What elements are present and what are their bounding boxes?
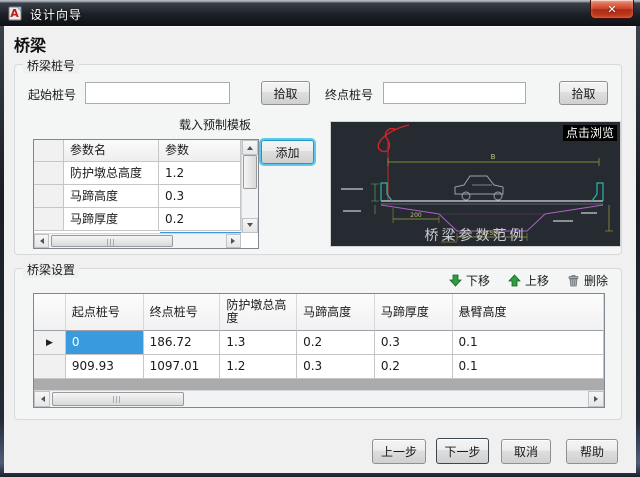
current-row-marker[interactable]: ▶ [34, 331, 66, 355]
page-title: 桥梁 [14, 32, 46, 56]
cell-start-station[interactable]: 909.93 [66, 355, 144, 379]
param-table-header-row: 参数名 参数 [34, 140, 258, 162]
next-step-button[interactable]: 下一步 [436, 438, 489, 464]
param-value-cell[interactable]: 0.2 [159, 208, 241, 231]
delete-label: 删除 [584, 272, 608, 289]
template-param-table: 参数名 参数 防护墩总高度 1.2 马蹄高度 0.3 马蹄厚度 0.2 [33, 139, 259, 249]
cell-guard-height[interactable]: 1.2 [220, 355, 297, 379]
cell-hoof-thickness[interactable]: 0.2 [375, 355, 453, 379]
svg-text:A: A [10, 7, 19, 20]
cell-end-station[interactable]: 1097.01 [144, 355, 221, 379]
start-station-label: 起始桩号 [28, 86, 76, 103]
delete-button[interactable]: 删除 [567, 272, 608, 289]
svg-text:200: 200 [410, 212, 422, 219]
row-header[interactable] [34, 162, 64, 185]
move-up-button[interactable]: 上移 [508, 272, 549, 289]
settings-group-title: 桥梁设置 [23, 261, 79, 278]
scroll-left-icon[interactable] [34, 234, 49, 248]
col-guard-height[interactable]: 防护墩总高度 [220, 294, 297, 331]
end-station-input[interactable] [383, 82, 526, 104]
scroll-left-icon[interactable] [34, 391, 50, 407]
svg-text:B: B [491, 153, 496, 161]
param-table-col-name[interactable]: 参数名 [64, 140, 159, 162]
cell-hoof-thickness[interactable]: 0.3 [375, 331, 453, 355]
param-value-cell[interactable]: 1.2 [159, 162, 241, 185]
previous-step-button[interactable]: 上一步 [372, 439, 426, 464]
col-start-station[interactable]: 起点桩号 [66, 294, 144, 331]
end-station-label: 终点桩号 [325, 86, 373, 103]
vscroll-thumb[interactable] [243, 155, 257, 189]
app-logo-icon: A [8, 5, 24, 21]
dialog-client-area: 桥梁 桥梁桩号 起始桩号 拾取 终点桩号 拾取 载入预制模板 参数名 参数 防护… [4, 26, 636, 473]
param-table-row: 防护墩总高度 1.2 [34, 162, 258, 185]
param-table-row: 马蹄高度 0.3 [34, 185, 258, 208]
hscroll-thumb[interactable] [52, 392, 184, 406]
cell-start-station[interactable]: 0 [66, 331, 144, 355]
load-template-label: 载入预制模板 [130, 116, 300, 133]
trash-icon [567, 274, 580, 287]
scroll-right-icon[interactable] [226, 234, 241, 248]
param-table-corner [34, 140, 64, 162]
scroll-up-icon[interactable] [242, 140, 258, 155]
title-bar[interactable]: A 设计向导 ✕ [0, 0, 640, 26]
cell-hoof-height[interactable]: 0.2 [297, 331, 375, 355]
row-header[interactable] [34, 355, 66, 379]
param-value-cell[interactable]: 0.3 [159, 185, 241, 208]
pick-start-button[interactable]: 拾取 [261, 81, 310, 105]
cell-end-station[interactable]: 186.72 [144, 331, 221, 355]
dialog-window: A 设计向导 ✕ 桥梁 桥梁桩号 起始桩号 拾取 终点桩号 拾取 载入预制模板 … [0, 0, 640, 477]
pick-end-button[interactable]: 拾取 [559, 81, 608, 105]
click-to-browse-badge[interactable]: 点击浏览 [563, 125, 617, 141]
station-group-title: 桥梁桩号 [23, 57, 79, 74]
bridge-preview-image[interactable]: B 200 [330, 121, 621, 247]
arrow-up-icon [508, 274, 521, 287]
row-header[interactable] [34, 208, 64, 231]
close-button[interactable]: ✕ [590, 0, 634, 19]
add-button[interactable]: 添加 [261, 140, 314, 164]
param-table-col-value[interactable]: 参数 [159, 140, 241, 162]
help-button[interactable]: 帮助 [566, 439, 618, 464]
move-up-label: 上移 [525, 272, 549, 289]
param-name-cell[interactable]: 防护墩总高度 [64, 162, 159, 185]
param-table-vscrollbar[interactable] [241, 140, 258, 233]
param-name-cell[interactable]: 马蹄厚度 [64, 208, 159, 231]
col-hoof-height[interactable]: 马蹄高度 [297, 294, 375, 331]
cell-hoof-height[interactable]: 0.3 [297, 355, 375, 379]
cancel-button[interactable]: 取消 [501, 439, 551, 464]
param-table-row: 马蹄厚度 0.2 [34, 208, 258, 231]
window-title: 设计向导 [30, 6, 82, 23]
cell-cantilever-height[interactable]: 0.1 [453, 355, 604, 379]
preview-caption: 桥梁参数范例 [331, 225, 620, 245]
move-down-label: 下移 [466, 272, 490, 289]
param-table-hscrollbar[interactable] [34, 233, 241, 248]
scroll-down-icon[interactable] [242, 218, 258, 233]
scroll-right-icon[interactable] [588, 391, 604, 407]
arrow-down-icon [449, 274, 462, 287]
row-header[interactable] [34, 185, 64, 208]
col-end-station[interactable]: 终点桩号 [144, 294, 221, 331]
settings-table-corner [34, 294, 66, 331]
col-cantilever-height[interactable]: 悬臂高度 [453, 294, 604, 331]
settings-table-row: ▶ 0 186.72 1.3 0.2 0.3 0.1 [34, 331, 604, 355]
col-hoof-thickness[interactable]: 马蹄厚度 [375, 294, 453, 331]
cell-guard-height[interactable]: 1.3 [220, 331, 297, 355]
settings-table-header: 起点桩号 终点桩号 防护墩总高度 马蹄高度 马蹄厚度 悬臂高度 [34, 294, 604, 331]
hscroll-thumb[interactable] [51, 235, 173, 247]
start-station-input[interactable] [85, 82, 230, 104]
move-down-button[interactable]: 下移 [449, 272, 490, 289]
grid-toolbar: 下移 上移 删除 [378, 272, 608, 288]
param-name-cell[interactable]: 马蹄高度 [64, 185, 159, 208]
settings-table-row: 909.93 1097.01 1.2 0.3 0.2 0.1 [34, 355, 604, 379]
settings-table-hscrollbar[interactable] [34, 390, 604, 407]
settings-table: 起点桩号 终点桩号 防护墩总高度 马蹄高度 马蹄厚度 悬臂高度 ▶ 0 186.… [33, 293, 605, 408]
cell-cantilever-height[interactable]: 0.1 [453, 331, 604, 355]
